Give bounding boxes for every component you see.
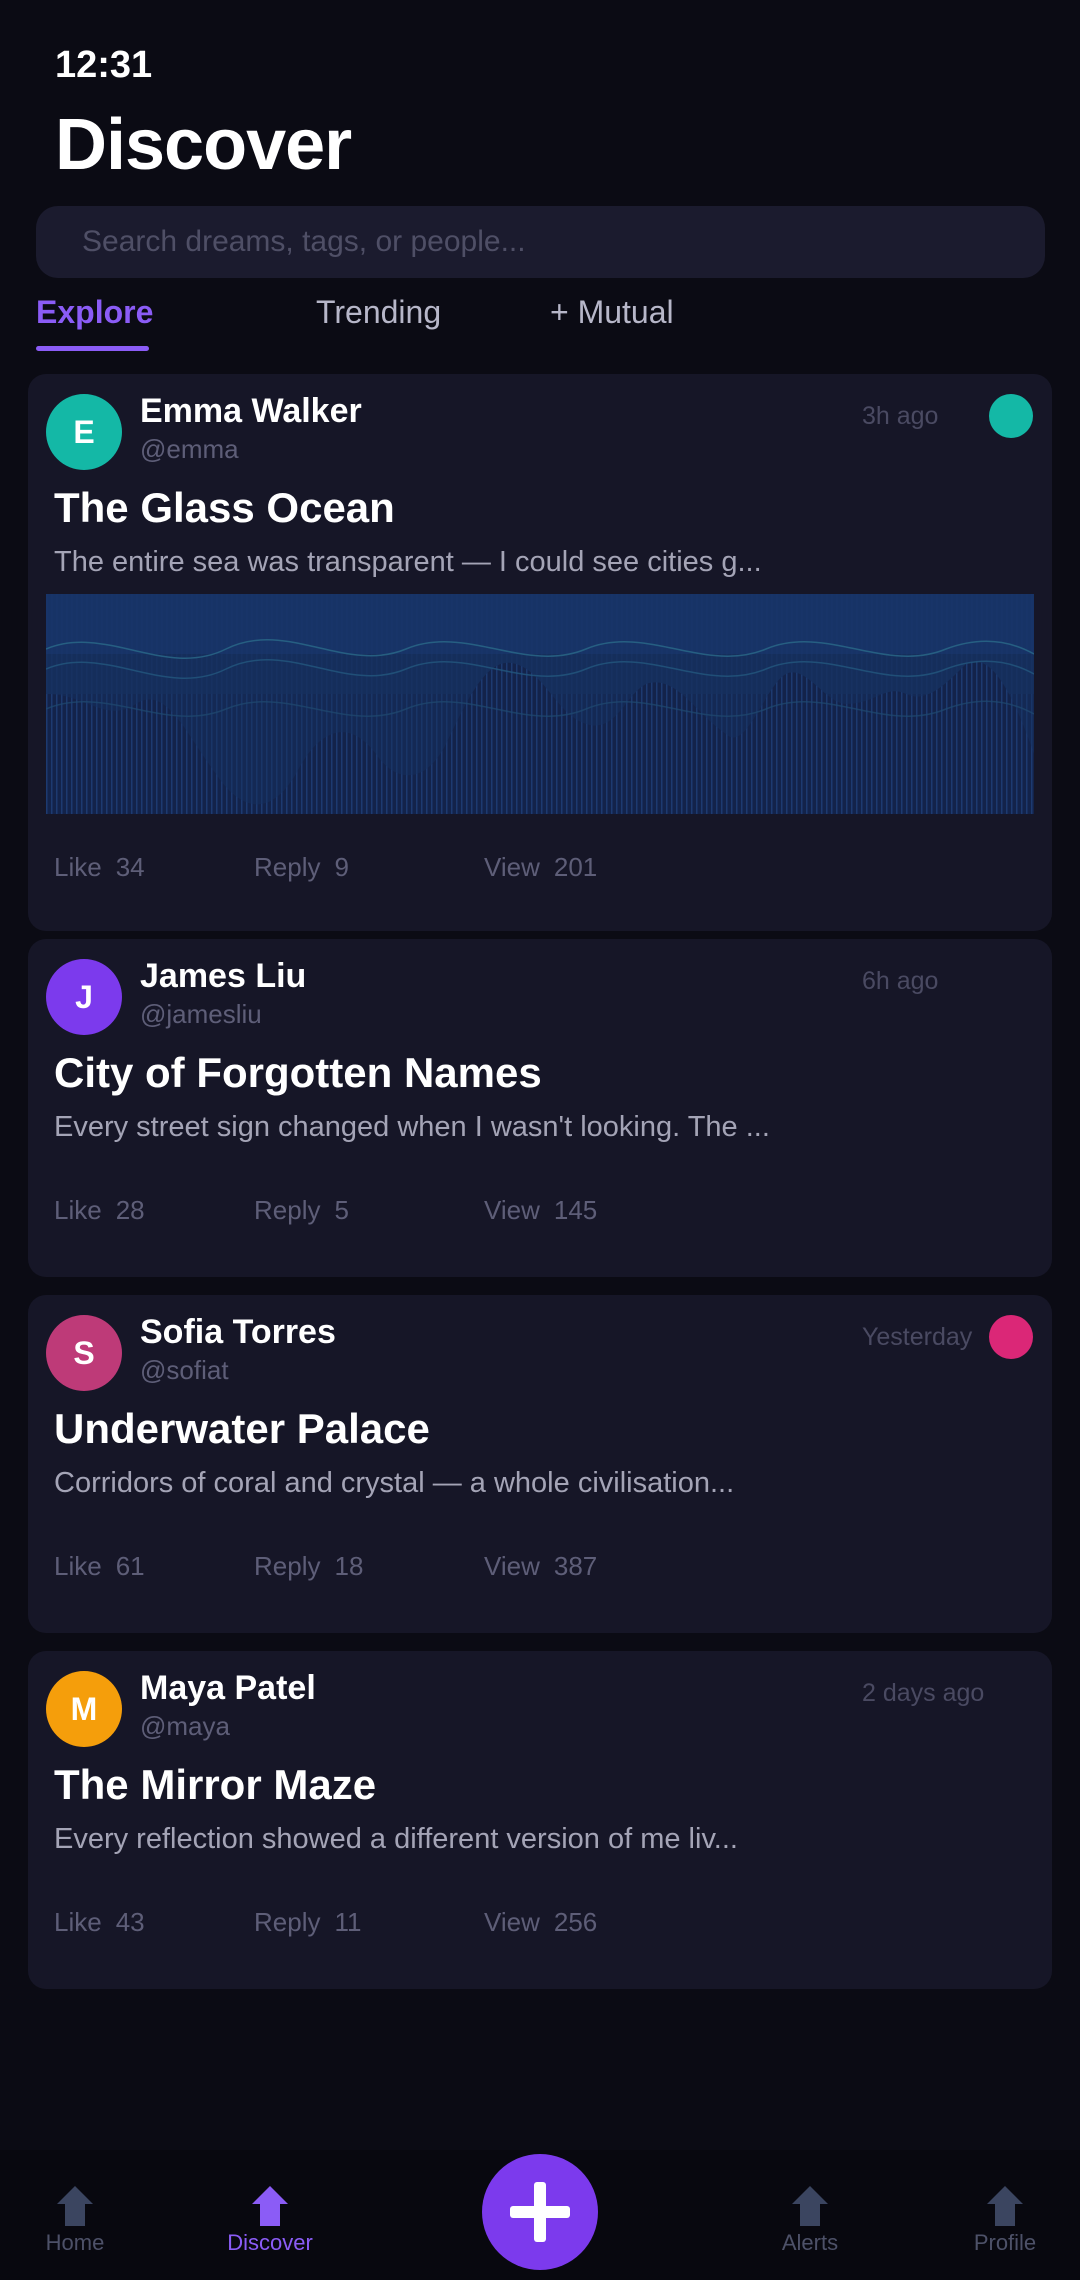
avatar[interactable]: M	[46, 1671, 122, 1747]
avatar[interactable]: E	[46, 394, 122, 470]
tab-trending[interactable]: Trending	[316, 294, 441, 331]
dream-title[interactable]: City of Forgotten Names	[54, 1049, 542, 1097]
view-count: View 256	[484, 1907, 598, 1937]
post-time: Yesterday	[862, 1323, 973, 1351]
dream-excerpt: Every street sign changed when I wasn't …	[54, 1111, 770, 1143]
nav-alerts[interactable]: Alerts	[750, 2150, 870, 2280]
dream-card[interactable]: S Sofia Torres @sofiat Yesterday Underwa…	[28, 1295, 1052, 1633]
tab-mutual[interactable]: + Mutual	[550, 294, 674, 331]
dream-card[interactable]: J James Liu @jamesliu 6h ago City of For…	[28, 939, 1052, 1277]
reply-button[interactable]: Reply 9	[254, 852, 349, 883]
post-stats: Like 43 Reply 11 View 256	[54, 1907, 1014, 1943]
like-button[interactable]: Like 61	[54, 1551, 145, 1582]
dream-waveform-image	[46, 594, 1034, 814]
post-stats: Like 28 Reply 5 View 145	[54, 1195, 1014, 1231]
nav-home[interactable]: Home	[15, 2150, 135, 2280]
dream-excerpt: Every reflection showed a different vers…	[54, 1823, 738, 1855]
avatar[interactable]: J	[46, 959, 122, 1035]
home-icon	[57, 2186, 93, 2226]
post-stats: Like 34 Reply 9 View 201	[54, 852, 1014, 888]
reply-button[interactable]: Reply 18	[254, 1551, 363, 1582]
like-button[interactable]: Like 34	[54, 852, 145, 883]
mood-dot-icon	[989, 1315, 1033, 1359]
search-bar[interactable]	[36, 206, 1045, 278]
author-name[interactable]: Emma Walker	[140, 392, 362, 431]
dream-title[interactable]: The Mirror Maze	[54, 1761, 376, 1809]
profile-icon	[987, 2186, 1023, 2226]
dream-excerpt: Corridors of coral and crystal — a whole…	[54, 1467, 735, 1499]
author-name[interactable]: James Liu	[140, 957, 306, 996]
page-title: Discover	[55, 105, 352, 185]
view-count: View 201	[484, 852, 598, 882]
dream-card[interactable]: E Emma Walker @emma 3h ago The Glass Oce…	[28, 374, 1052, 931]
post-time: 2 days ago	[862, 1679, 985, 1707]
view-count: View 387	[484, 1551, 598, 1581]
search-input[interactable]	[80, 224, 1045, 260]
author-handle: @sofiat	[140, 1355, 229, 1385]
tab-bar: Explore Trending + Mutual	[0, 294, 1080, 354]
reply-button[interactable]: Reply 5	[254, 1195, 349, 1226]
like-button[interactable]: Like 28	[54, 1195, 145, 1226]
active-tab-indicator	[36, 346, 149, 351]
post-time: 6h ago	[862, 967, 939, 995]
tab-explore[interactable]: Explore	[36, 294, 153, 331]
mood-dot-icon	[989, 394, 1033, 438]
author-handle: @emma	[140, 434, 239, 464]
author-name[interactable]: Maya Patel	[140, 1669, 316, 1708]
author-handle: @jamesliu	[140, 999, 262, 1029]
post-stats: Like 61 Reply 18 View 387	[54, 1551, 1014, 1587]
dream-card[interactable]: M Maya Patel @maya 2 days ago The Mirror…	[28, 1651, 1052, 1989]
nav-discover[interactable]: Discover	[210, 2150, 330, 2280]
status-time: 12:31	[55, 44, 153, 86]
author-handle: @maya	[140, 1711, 230, 1741]
dream-excerpt: The entire sea was transparent — I could…	[54, 546, 762, 578]
new-dream-button[interactable]	[482, 2154, 598, 2270]
avatar[interactable]: S	[46, 1315, 122, 1391]
post-time: 3h ago	[862, 402, 939, 430]
dream-title[interactable]: Underwater Palace	[54, 1405, 430, 1453]
alerts-icon	[792, 2186, 828, 2226]
author-name[interactable]: Sofia Torres	[140, 1313, 336, 1352]
nav-profile[interactable]: Profile	[945, 2150, 1065, 2280]
reply-button[interactable]: Reply 11	[254, 1907, 361, 1938]
discover-icon	[252, 2186, 288, 2226]
like-button[interactable]: Like 43	[54, 1907, 145, 1938]
view-count: View 145	[484, 1195, 598, 1225]
dream-title[interactable]: The Glass Ocean	[54, 484, 395, 532]
